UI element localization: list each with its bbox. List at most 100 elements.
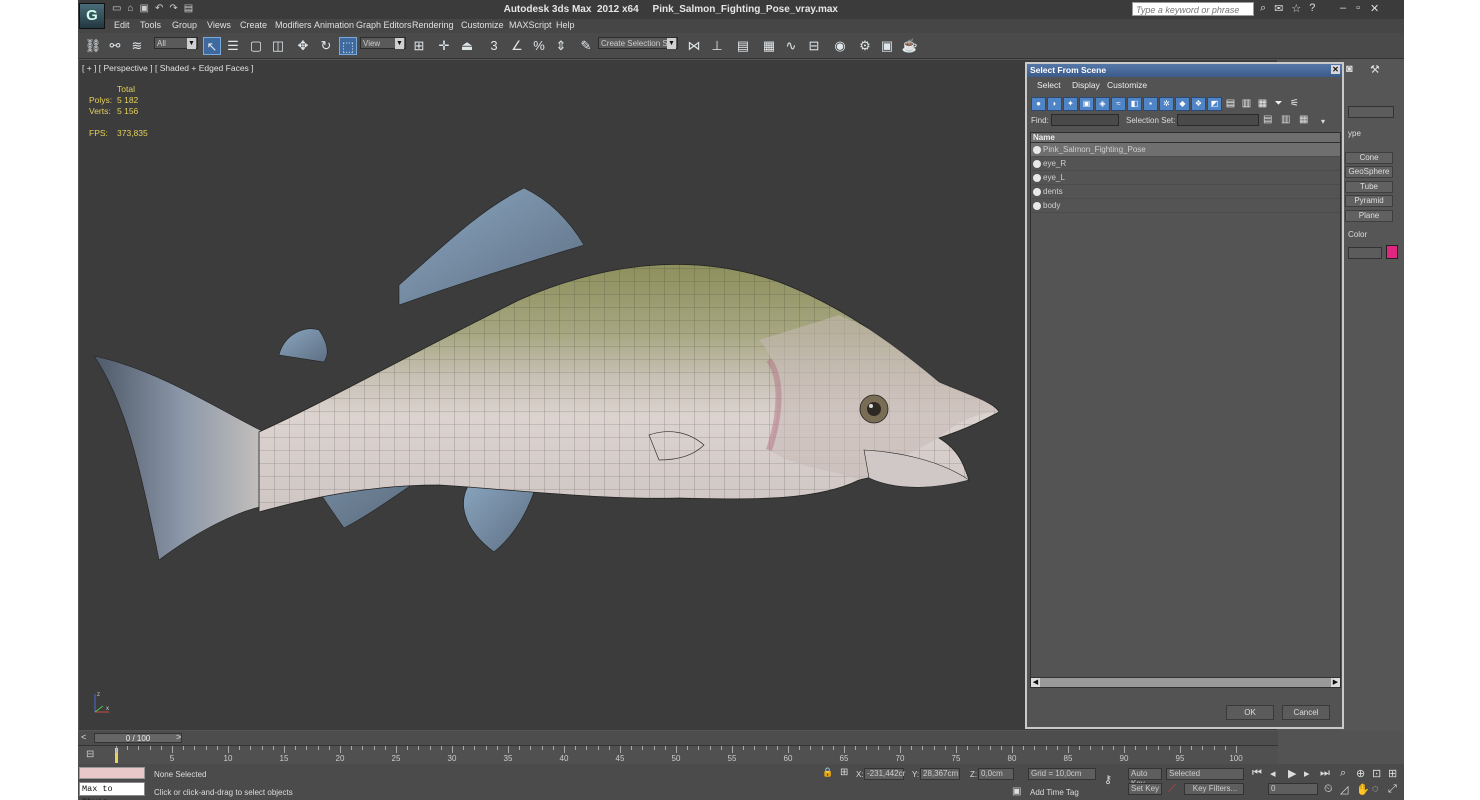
name-column-header[interactable]: Name (1031, 133, 1340, 143)
geosphere-button[interactable]: GeoSphere (1345, 166, 1393, 178)
graphite-ribbon-icon[interactable]: ▦ (760, 37, 778, 55)
menu-help[interactable]: Help (556, 20, 575, 30)
display-none-icon[interactable]: ▥ (1239, 97, 1254, 111)
edit-named-selection-icon[interactable]: ✎ (577, 37, 595, 55)
menu-views[interactable]: Views (207, 20, 231, 30)
subscription-icon[interactable]: ✉ (1274, 2, 1283, 15)
selection-set-dropdown[interactable] (1177, 114, 1259, 126)
x-coordinate-field[interactable]: -231,442cr (864, 768, 905, 780)
display-bones-icon[interactable]: ✲ (1159, 97, 1174, 111)
time-slider-right-icon[interactable]: > (176, 732, 181, 742)
display-helpers-icon[interactable]: ◈ (1095, 97, 1110, 111)
next-frame-icon[interactable]: ▸ (1304, 767, 1310, 780)
remove-selection-set-icon[interactable]: ▥ (1281, 114, 1290, 125)
angle-snap-icon[interactable]: ∠ (508, 37, 526, 55)
display-space-warps-icon[interactable]: ≈ (1111, 97, 1126, 111)
plane-button[interactable]: Plane (1345, 210, 1393, 222)
tube-button[interactable]: Tube (1345, 181, 1393, 193)
mini-curve-editor-icon[interactable]: ⊟ (86, 749, 94, 760)
zoom-icon[interactable]: ⌕ (1340, 767, 1346, 780)
ok-button[interactable]: OK (1226, 705, 1274, 720)
orbit-icon[interactable]: ◌ (1372, 783, 1379, 795)
select-manipulate-icon[interactable]: ✛ (435, 37, 453, 55)
menu-animation[interactable]: Animation (314, 20, 354, 30)
key-filters-button[interactable]: Key Filters... (1184, 783, 1244, 795)
time-configuration-icon[interactable]: ⏲ (1324, 783, 1333, 796)
horizontal-scrollbar[interactable]: ◀ ▶ (1031, 677, 1340, 687)
display-geometry-icon[interactable]: ● (1031, 97, 1046, 111)
menu-group[interactable]: Group (172, 20, 197, 30)
menu-graph-editors[interactable]: Graph Editors (356, 20, 412, 30)
category-dropdown[interactable] (1348, 106, 1394, 118)
align-icon[interactable]: ⊥ (708, 37, 726, 55)
bind-to-space-warp-icon[interactable]: ≋ (128, 37, 146, 55)
menu-maxscript[interactable]: MAXScript (509, 20, 552, 30)
minimize-icon[interactable]: – (1340, 2, 1346, 15)
maxscript-listener-swatch[interactable] (79, 767, 145, 779)
pan-view-icon[interactable]: ✋ (1356, 783, 1370, 796)
dialog-close-button[interactable]: ✕ (1331, 65, 1340, 74)
display-hidden-icon[interactable]: ◩ (1207, 97, 1222, 111)
communication-icon[interactable]: ☆ (1291, 2, 1301, 15)
select-object-icon[interactable]: ↖ (203, 37, 221, 55)
menu-rendering[interactable]: Rendering (412, 20, 454, 30)
render-production-icon[interactable]: ☕ (901, 37, 919, 55)
display-groups-icon[interactable]: ◧ (1127, 97, 1142, 111)
menu-customize[interactable]: Customize (461, 20, 504, 30)
menu-modifiers[interactable]: Modifiers (275, 20, 312, 30)
display-lights-icon[interactable]: ✦ (1063, 97, 1078, 111)
transform-mode-icon[interactable]: ⊞ (840, 767, 848, 778)
close-icon[interactable]: ✕ (1370, 2, 1379, 15)
restore-icon[interactable]: ▫ (1356, 2, 1360, 15)
zoom-extents-all-icon[interactable]: ⊞ (1388, 767, 1397, 780)
rectangular-selection-icon[interactable]: ▢ (247, 37, 265, 55)
mirror-icon[interactable]: ⋈ (685, 37, 703, 55)
schematic-view-icon[interactable]: ⊟ (805, 37, 823, 55)
pyramid-button[interactable]: Pyramid (1345, 195, 1393, 207)
scene-list-item[interactable]: dents (1031, 185, 1340, 199)
maximize-viewport-icon[interactable]: ⤢ (1388, 783, 1397, 796)
display-xrefs-icon[interactable]: ▪ (1143, 97, 1158, 111)
selection-filter-dropdown[interactable]: All (154, 37, 198, 49)
scroll-right-icon[interactable]: ▶ (1331, 678, 1340, 687)
object-color-swatch[interactable] (1386, 245, 1398, 259)
binoculars-icon[interactable]: ⌕ (1260, 2, 1266, 15)
cone-button[interactable]: Cone (1345, 152, 1393, 164)
app-logo-icon[interactable]: G (79, 3, 105, 29)
expand-icon[interactable]: ▾ (1321, 117, 1325, 126)
render-setup-icon[interactable]: ⚙ (856, 37, 874, 55)
select-and-link-icon[interactable]: ⛓ (84, 37, 102, 55)
dialog-menu-select[interactable]: Select (1037, 80, 1061, 90)
go-to-start-icon[interactable]: ⏮ (1252, 767, 1262, 780)
cancel-button[interactable]: Cancel (1282, 705, 1330, 720)
auto-key-button[interactable]: Auto Key (1128, 768, 1162, 788)
lock-selection-icon[interactable]: 🔒 (822, 767, 833, 778)
percent-snap-icon[interactable]: % (530, 37, 548, 55)
move-icon[interactable]: ✥ (294, 37, 312, 55)
maxscript-mini-listener[interactable]: Max to Physc. (79, 782, 145, 800)
add-time-tag-icon[interactable]: ▣ (1012, 786, 1021, 797)
filter-icon[interactable]: ⏷ (1271, 97, 1286, 111)
display-cameras-icon[interactable]: ▣ (1079, 97, 1094, 111)
utilities-panel-icon[interactable]: ⚒ (1370, 63, 1380, 76)
time-slider[interactable]: 0 / 100 (94, 733, 182, 743)
menu-create[interactable]: Create (240, 20, 267, 30)
add-time-tag-button[interactable]: Add Time Tag (1030, 788, 1079, 797)
select-by-name-icon[interactable]: ☰ (224, 37, 242, 55)
scale-icon[interactable]: ⬚ (339, 37, 357, 55)
display-panel-icon[interactable]: ◙ (1346, 63, 1353, 75)
object-name-field[interactable] (1348, 247, 1382, 259)
display-invert-icon[interactable]: ▦ (1255, 97, 1270, 111)
scene-list-item[interactable]: eye_L (1031, 171, 1340, 185)
play-icon[interactable]: ▶ (1288, 767, 1296, 780)
current-frame-field[interactable]: 0 (1268, 783, 1318, 795)
zoom-extents-icon[interactable]: ⊡ (1372, 767, 1381, 780)
menu-edit[interactable]: Edit (114, 20, 130, 30)
set-keys-icon[interactable]: ⟋ (1168, 783, 1176, 796)
material-editor-icon[interactable]: ◉ (831, 37, 849, 55)
display-containers-icon[interactable]: ◆ (1175, 97, 1190, 111)
dialog-menu-customize[interactable]: Customize (1107, 80, 1147, 90)
y-coordinate-field[interactable]: 28,367cm (920, 768, 960, 780)
spinner-snap-icon[interactable]: ⇕ (552, 37, 570, 55)
keyboard-shortcut-override-icon[interactable]: ⏏ (458, 37, 476, 55)
